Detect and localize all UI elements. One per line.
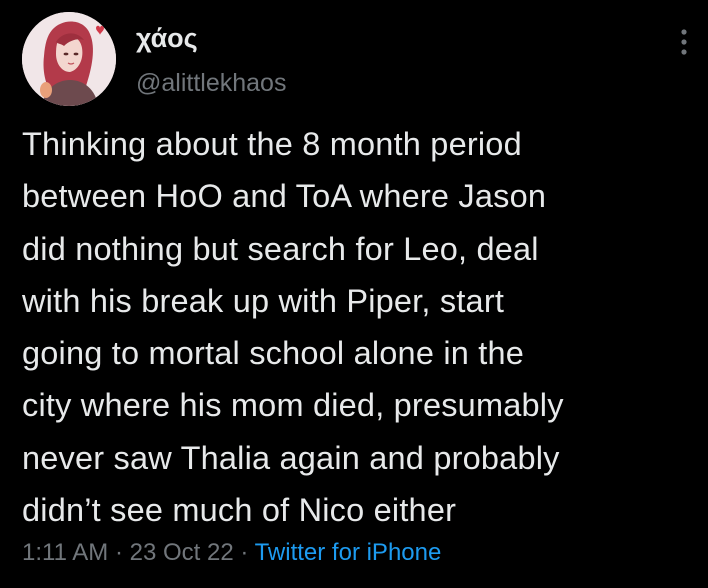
avatar-illustration-icon xyxy=(22,12,116,106)
user-handle[interactable]: @alittlekhaos xyxy=(136,68,286,98)
tweet-source-link[interactable]: Twitter for iPhone xyxy=(255,539,442,566)
tweet-text-line: city where his mom died, presumably xyxy=(22,387,564,424)
tweet-text-line: between HoO and ToA where Jason xyxy=(22,178,547,215)
more-options-icon[interactable] xyxy=(674,26,694,60)
tweet-text-line: going to mortal school alone in the xyxy=(22,335,525,372)
meta-separator: · xyxy=(233,539,255,566)
avatar[interactable] xyxy=(22,12,116,106)
tweet-text-line: with his break up with Piper, start xyxy=(22,282,505,319)
tweet-time[interactable]: 1:11 AM xyxy=(22,539,108,566)
tweet-text-line: never saw Thalia again and probably xyxy=(22,439,560,476)
tweet-date[interactable]: 23 Oct 22 xyxy=(130,539,234,566)
tweet-text-line: didn’t see much of Nico either xyxy=(22,492,457,529)
tweet-text: Thinking about the 8 month period betwee… xyxy=(22,118,698,536)
tweet: χάος @alittlekhaos Thinking about the 8 … xyxy=(0,0,708,588)
tweet-meta: 1:11 AM · 23 Oct 22 · Twitter for iPhone xyxy=(22,536,441,570)
meta-separator: · xyxy=(108,539,130,566)
tweet-text-line: did nothing but search for Leo, deal xyxy=(22,230,539,267)
tweet-text-line: Thinking about the 8 month period xyxy=(22,126,522,162)
display-name[interactable]: χάος xyxy=(136,22,198,54)
